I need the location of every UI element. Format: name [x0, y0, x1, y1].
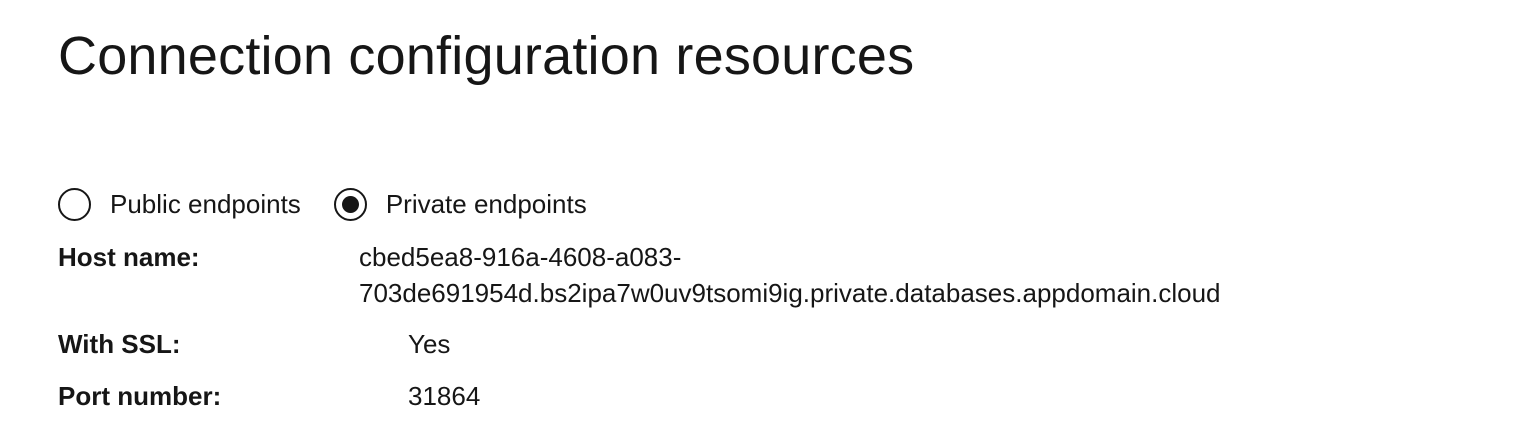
radio-unselected-icon[interactable] — [58, 187, 91, 221]
radio-public-endpoints[interactable]: Public endpoints — [58, 187, 301, 221]
host-name-value-line2: 703de691954d.bs2ipa7w0uv9tsomi9ig.privat… — [359, 278, 1221, 308]
port-label: Port number: — [58, 381, 222, 411]
host-name-row: Host name: cbed5ea8-916a-4608-a083- 703d… — [58, 239, 1221, 308]
radio-selected-icon[interactable] — [333, 187, 367, 221]
radio-private-endpoints-label: Private endpoints — [385, 188, 587, 219]
ssl-value: Yes — [408, 329, 451, 359]
host-name-value: cbed5ea8-916a-4608-a083- 703de691954d.bs… — [359, 239, 1221, 311]
ssl-label: With SSL: — [58, 329, 181, 359]
host-name-label: Host name: — [58, 242, 200, 272]
radio-private-endpoints[interactable]: Private endpoints — [333, 187, 587, 221]
page-title: Connection configuration resources — [58, 26, 915, 86]
port-row: Port number: 31864 — [58, 378, 480, 414]
port-value: 31864 — [408, 381, 481, 411]
radio-public-endpoints-label: Public endpoints — [110, 188, 301, 219]
host-name-value-line1: cbed5ea8-916a-4608-a083- — [359, 242, 682, 272]
ssl-row: With SSL: Yes — [58, 326, 450, 362]
endpoint-radio-group: Public endpoints Private endpoints — [58, 186, 620, 222]
radio-selected-dot — [341, 195, 359, 213]
